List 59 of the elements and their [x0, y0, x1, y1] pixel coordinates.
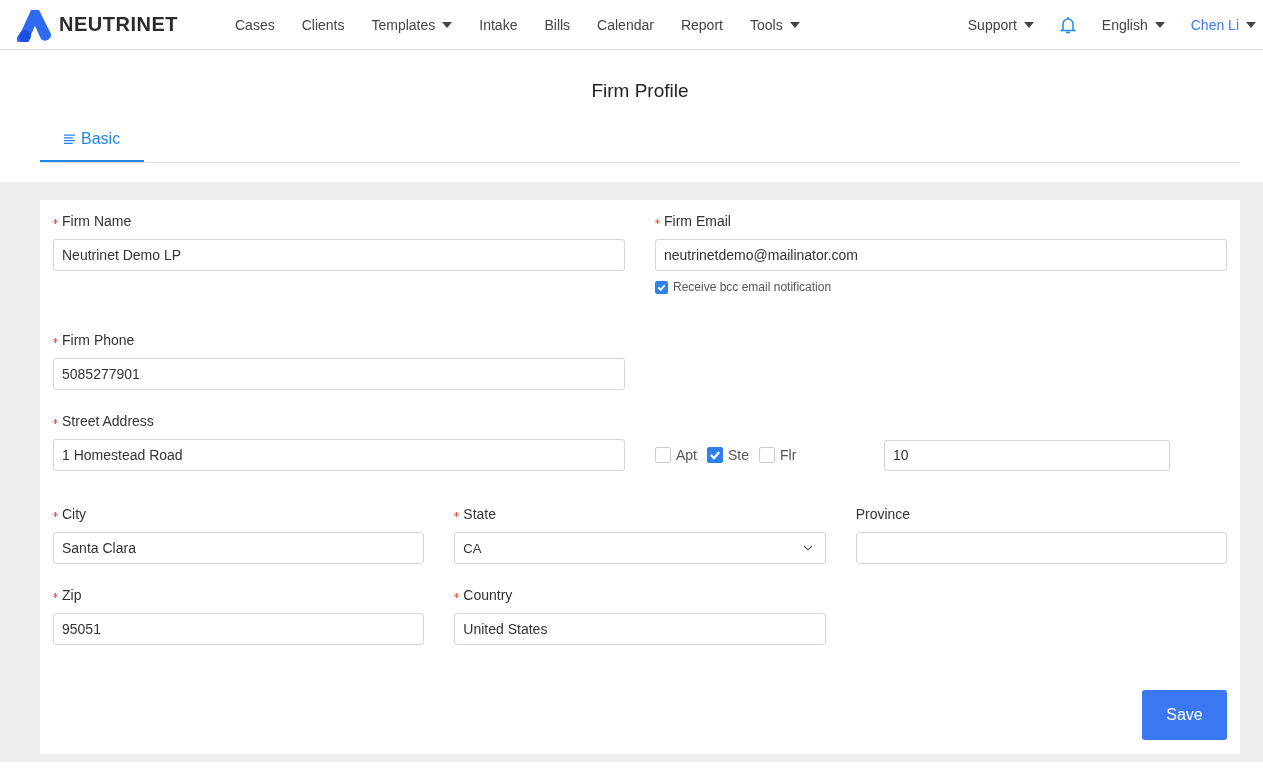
required-icon [655, 218, 660, 224]
street-address-field[interactable]: 1 Homestead Road [53, 439, 625, 471]
required-icon [53, 511, 58, 517]
checkbox[interactable] [707, 447, 723, 463]
caret-icon [442, 21, 453, 28]
zip-field[interactable]: 95051 [53, 613, 425, 645]
nav-link[interactable]: Bills [544, 16, 571, 33]
field-label: Country [454, 587, 826, 603]
field-label: Street Address [53, 413, 625, 429]
firm-email-field[interactable]: neutrinetdemo@mailinator.com [655, 239, 1227, 271]
caret-icon [1246, 21, 1256, 28]
user-menu[interactable]: Chen Li [1190, 16, 1256, 33]
required-icon [53, 592, 58, 598]
caret-icon [1154, 21, 1165, 28]
logo-icon [17, 7, 53, 42]
field-label: City [53, 506, 425, 522]
list-icon [64, 134, 75, 144]
checkbox-label: Ste [728, 447, 750, 463]
required-icon [53, 418, 58, 424]
support-menu[interactable]: Support [967, 16, 1034, 33]
basic-tab[interactable]: Basic [40, 120, 145, 162]
checkbox-label: Apt [676, 447, 697, 463]
required-icon [454, 511, 460, 517]
field-label: Zip [53, 587, 425, 603]
nav-link[interactable]: Report [680, 16, 723, 33]
nav-link[interactable]: Cases [235, 16, 275, 33]
field-label: State [454, 506, 826, 522]
checkbox[interactable] [655, 447, 671, 463]
field-label: Firm Email [655, 213, 1227, 229]
bell-icon[interactable] [1059, 15, 1076, 34]
nav-link[interactable]: Clients [301, 16, 345, 33]
required-icon [53, 337, 58, 343]
state-select[interactable]: CA [454, 532, 826, 564]
caret-icon [1023, 21, 1034, 28]
chevron-down-icon [802, 545, 813, 551]
city-field[interactable]: Santa Clara [53, 532, 425, 564]
nav-link[interactable]: Calendar [597, 16, 654, 33]
required-icon [454, 592, 460, 598]
checkbox[interactable] [655, 280, 668, 294]
field-label: Firm Name [53, 213, 625, 229]
checkbox-label: Receive bcc email notification [673, 280, 832, 294]
field-label: Province [855, 506, 912, 522]
nav-link[interactable]: Tools [749, 16, 800, 33]
checkbox-label: Flr [780, 447, 797, 463]
checkbox[interactable] [759, 447, 776, 463]
province-field[interactable] [855, 532, 1227, 564]
firm-name-field[interactable]: Neutrinet Demo LP [53, 239, 625, 271]
language-menu[interactable]: English [1101, 16, 1165, 33]
required-icon [53, 218, 58, 224]
nav-link[interactable]: Templates [371, 16, 453, 33]
brand-name: NEUTRINET [59, 13, 178, 36]
firm-phone-field[interactable]: 5085277901 [53, 358, 625, 390]
unit-number-field[interactable]: 10 [884, 439, 1170, 471]
nav-link[interactable]: Intake [479, 16, 518, 33]
save-button[interactable]: Save [1142, 690, 1227, 740]
field-label: Firm Phone [53, 332, 625, 348]
country-field[interactable]: United States [454, 613, 826, 645]
caret-icon [789, 21, 800, 28]
page-title: Firm Profile [590, 79, 690, 100]
